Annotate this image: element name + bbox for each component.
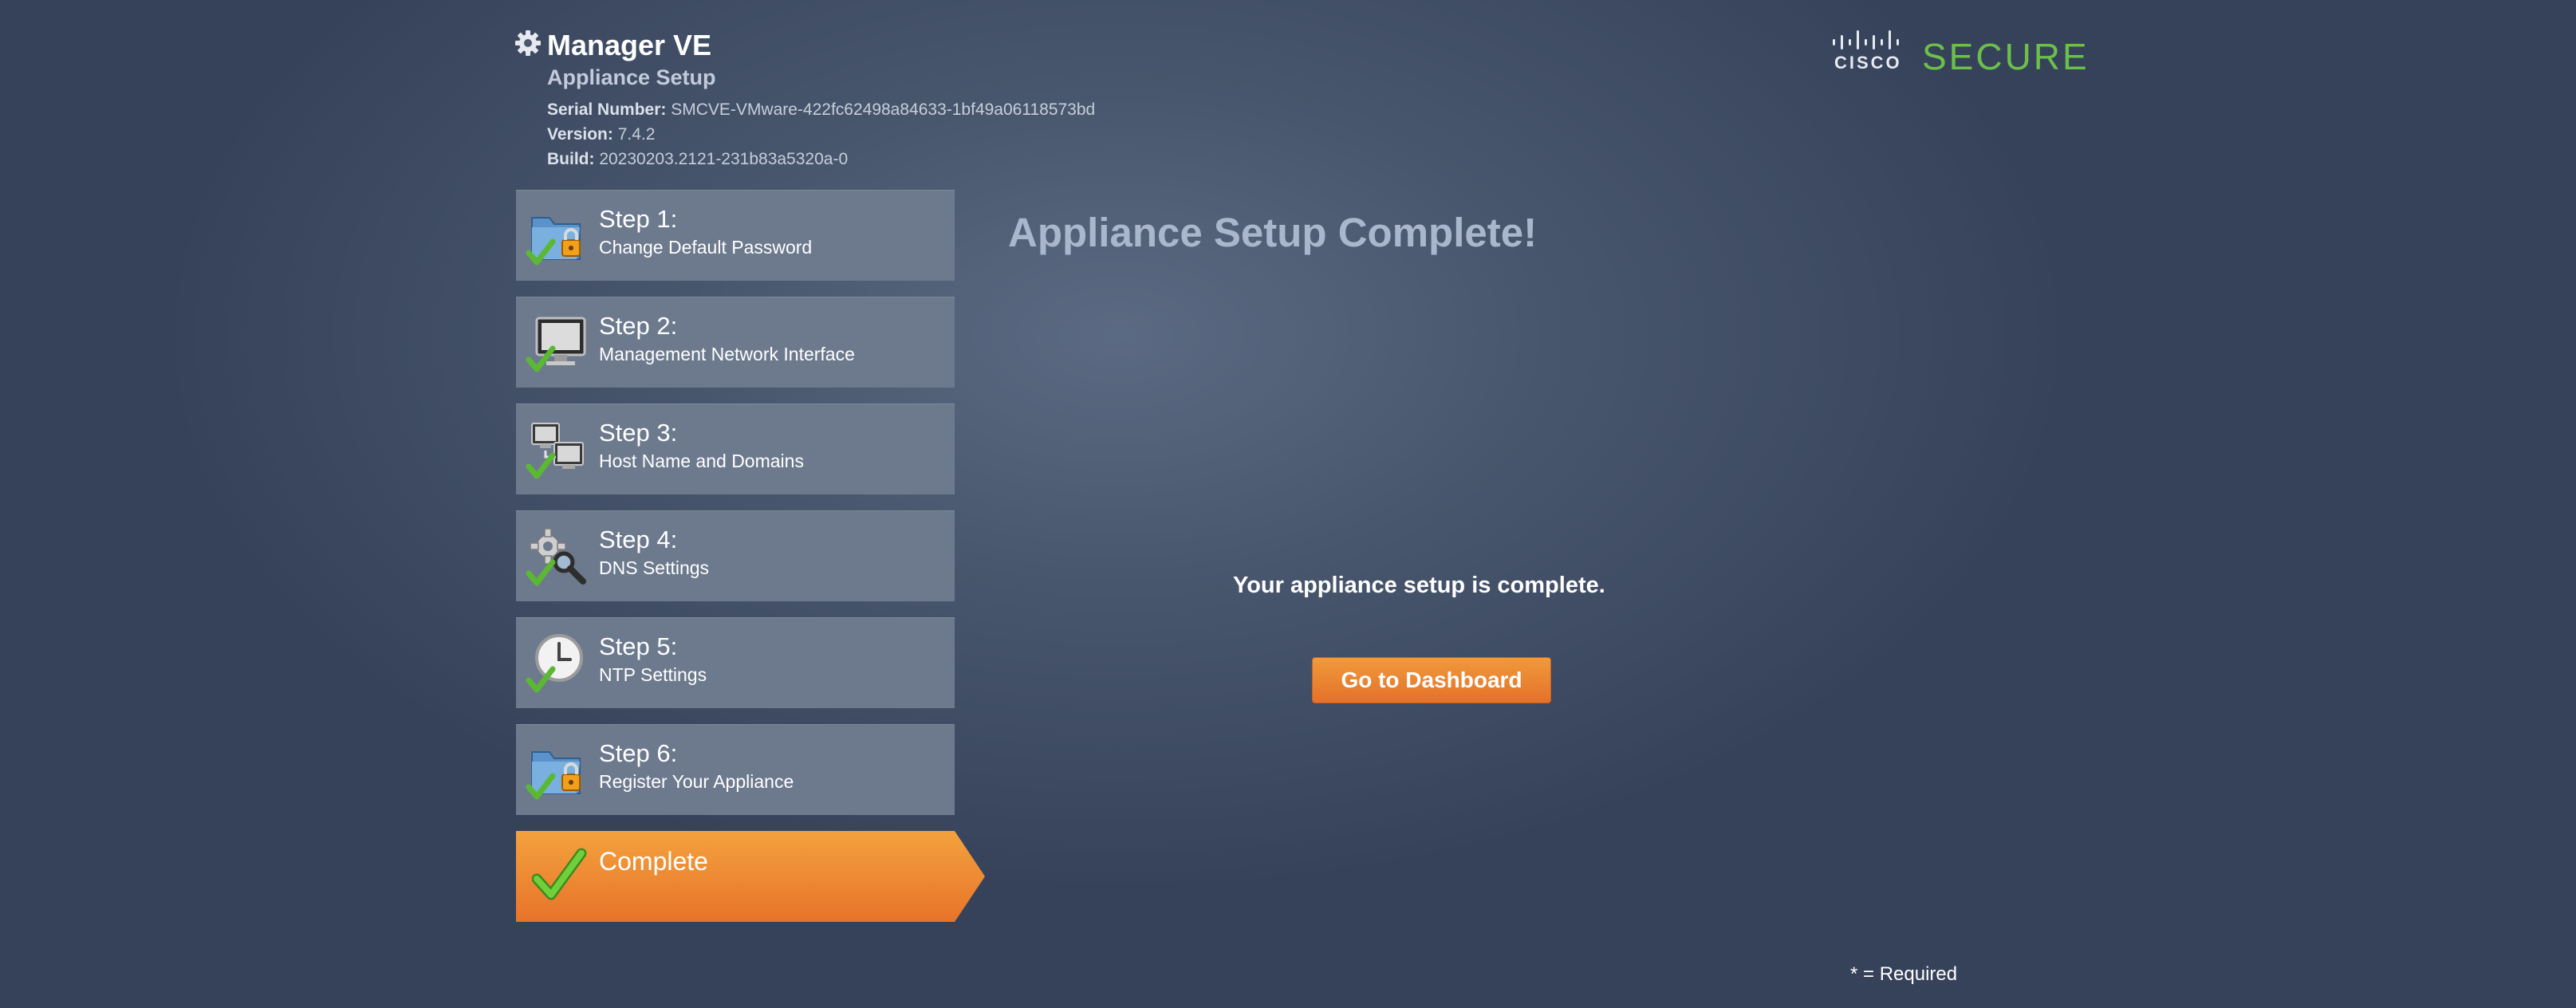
version: Version: 7.4.2: [547, 125, 655, 144]
required-note: * = Required: [1850, 963, 1958, 985]
step-description: Register Your Appliance: [599, 771, 794, 792]
gear-search-icon: [526, 528, 586, 586]
step-description: DNS Settings: [599, 557, 710, 578]
network-computers-icon: [526, 423, 584, 479]
build-label: Build:: [547, 150, 595, 168]
step-complete[interactable]: Complete: [516, 831, 985, 922]
step-description: Change Default Password: [599, 237, 813, 258]
folder-lock-icon: [526, 217, 581, 266]
step-description: Host Name and Domains: [599, 451, 804, 471]
step-1-change-password[interactable]: Step 1: Change Default Password: [516, 190, 955, 281]
step-5-ntp-settings[interactable]: Step 5: NTP Settings: [516, 617, 955, 708]
version-label: Version:: [547, 125, 613, 144]
step-description: NTP Settings: [599, 664, 707, 685]
go-to-dashboard-button[interactable]: Go to Dashboard: [1312, 657, 1551, 703]
step-4-dns-settings[interactable]: Step 4: DNS Settings: [516, 510, 955, 601]
cisco-bars-icon: [1833, 30, 1899, 49]
page-title: Appliance Setup Complete!: [1008, 210, 1538, 255]
checkmark-icon: [532, 848, 587, 900]
step-6-register-appliance[interactable]: Step 6: Register Your Appliance: [516, 724, 955, 815]
step-title: Complete: [599, 847, 708, 876]
step-title: Step 5:: [599, 632, 678, 660]
step-description: Management Network Interface: [599, 344, 855, 364]
folder-lock-icon: [526, 751, 581, 800]
serial-label: Serial Number:: [547, 100, 667, 119]
gear-icon: [515, 30, 541, 56]
cisco-secure-logo: CISCO SECURE: [1828, 30, 2087, 77]
step-title: Step 6:: [599, 739, 678, 767]
completion-message: Your appliance setup is complete.: [1233, 573, 1605, 598]
step-title: Step 3:: [599, 419, 678, 447]
serial-number: Serial Number: SMCVE-VMware-422fc62498a8…: [547, 100, 1095, 120]
clock-icon: [526, 634, 583, 693]
step-3-host-name[interactable]: Step 3: Host Name and Domains: [516, 404, 955, 494]
version-value: 7.4.2: [617, 125, 656, 144]
product-title: Manager VE: [547, 29, 712, 61]
secure-wordmark: SECURE: [1922, 36, 2090, 77]
step-title: Step 2:: [599, 312, 678, 340]
build-value: 20230203.2121-231b83a5320a-0: [599, 150, 849, 168]
monitor-icon: [526, 317, 586, 372]
build: Build: 20230203.2121-231b83a5320a-0: [547, 150, 848, 169]
step-title: Step 4:: [599, 526, 678, 553]
cisco-wordmark: CISCO: [1834, 53, 1902, 73]
serial-value: SMCVE-VMware-422fc62498a84633-1bf49a0611…: [671, 100, 1096, 119]
step-2-network-interface[interactable]: Step 2: Management Network Interface: [516, 297, 955, 388]
step-title: Step 1:: [599, 205, 678, 233]
product-subtitle: Appliance Setup: [547, 65, 716, 89]
